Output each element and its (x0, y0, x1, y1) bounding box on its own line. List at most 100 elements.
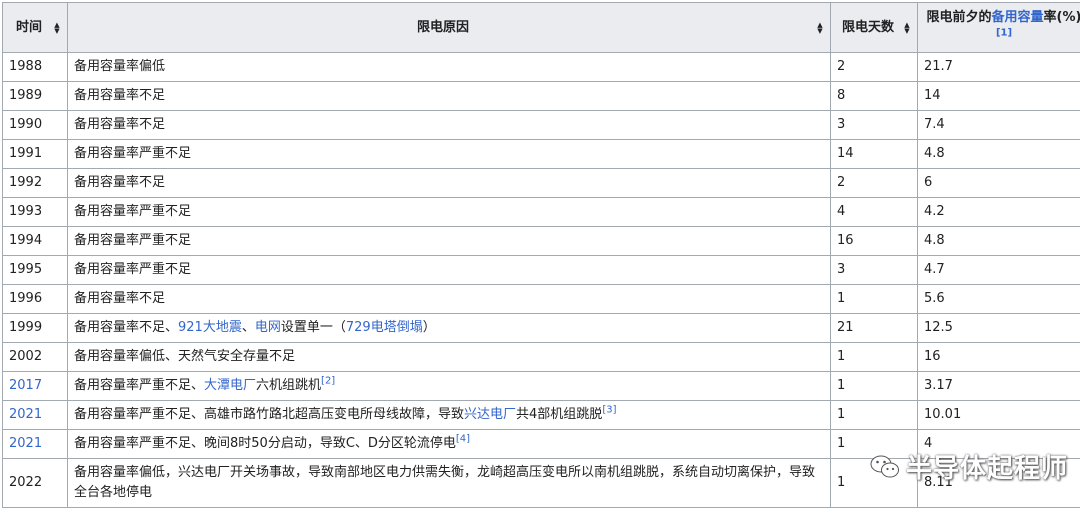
reason-cell: 备用容量率不足 (67, 110, 831, 140)
header-year[interactable]: 时间 ▲ ▼ (2, 2, 68, 53)
reason-text: 备用容量率不足 (74, 175, 166, 190)
reason-cell: 备用容量率严重不足 (67, 139, 831, 169)
year-cell: 2022 (2, 458, 68, 508)
reason-text: 备用容量率不足 (74, 117, 166, 132)
sort-icon[interactable]: ▲ ▼ (53, 21, 61, 34)
reserve-rate-cell: 3.17 (917, 371, 1080, 401)
year-cell: 1992 (2, 168, 68, 198)
power-outage-table: 时间 ▲▼ 限电原因 ▲▼ 限电天数 ▲▼ 限电前夕的备用容量率(%) [1] ▲… (2, 2, 1080, 508)
reference-link[interactable]: [2] (321, 376, 335, 387)
reason-cell: 备用容量率不足 (67, 81, 831, 111)
header-days[interactable]: 限电天数 ▲ ▼ (830, 2, 918, 53)
table-body: 1988 备用容量率偏低 2 21.7 1989 备用容量率不足 8 14 1990 备用容量率不… (2, 52, 1080, 508)
reason-text: 、 (241, 320, 255, 335)
table-row: 1993 备用容量率严重不足 4 4.2 (2, 197, 1080, 227)
year-cell: 1993 (2, 197, 68, 227)
year-cell: 1996 (2, 284, 68, 314)
days-cell: 8 (830, 81, 918, 111)
days-cell: 3 (830, 110, 918, 140)
reason-text: 备用容量率严重不足、 (74, 378, 205, 393)
sort-icon[interactable]: ▲ ▼ (816, 21, 824, 34)
table-row: 1992 备用容量率不足 2 6 (2, 168, 1080, 198)
days-cell: 3 (830, 255, 918, 285)
reason-cell: 备用容量率严重不足 (67, 197, 831, 227)
days-cell: 2 (830, 168, 918, 198)
table-row: 1989 备用容量率不足 8 14 (2, 81, 1080, 111)
reserve-rate-cell: 16 (917, 342, 1080, 372)
table-row: 2021 备用容量率严重不足、高雄市路竹路北超高压变电所母线故障，导致兴达电厂共4… (2, 400, 1080, 430)
reference-link[interactable]: [3] (602, 405, 616, 416)
table-row: 1988 备用容量率偏低 2 21.7 (2, 52, 1080, 82)
year-cell: 2017 (2, 371, 68, 401)
year-link[interactable]: 2017 (9, 378, 42, 393)
reason-text: 备用容量率严重不足 (74, 146, 192, 161)
year-cell: 1994 (2, 226, 68, 256)
table-row: 1995 备用容量率严重不足 3 4.7 (2, 255, 1080, 285)
article-link[interactable]: 电网 (255, 320, 281, 335)
year-cell: 1990 (2, 110, 68, 140)
reason-text: 共4部机组跳脱 (516, 407, 603, 422)
sort-icon[interactable]: ▲ ▼ (903, 21, 911, 34)
reserve-rate-cell: 21.7 (917, 52, 1080, 82)
year-cell: 1988 (2, 52, 68, 82)
days-cell: 1 (830, 342, 918, 372)
year-cell: 1989 (2, 81, 68, 111)
reason-text: 备用容量率不足、 (74, 320, 179, 335)
days-cell: 1 (830, 371, 918, 401)
header-days-label: 限电天数 (841, 19, 894, 35)
reserve-rate-cell: 14 (917, 81, 1080, 111)
reason-text: 备用容量率不足 (74, 88, 166, 103)
reason-text: 备用容量率严重不足、高雄市路竹路北超高压变电所母线故障，导致 (74, 407, 465, 422)
article-link[interactable]: 729电塔倒塌 (346, 320, 423, 335)
reason-text: 备用容量率严重不足、晚间8时50分启动，导致C、D分区轮流停电 (74, 436, 456, 451)
year-cell: 2002 (2, 342, 68, 372)
header-reserve-rate[interactable]: 限电前夕的备用容量率(%)[1] ▲▼ (917, 2, 1080, 53)
reason-text: 备用容量率偏低 (74, 59, 166, 74)
article-link[interactable]: 兴达电厂 (464, 407, 516, 422)
table-row: 1996 备用容量率不足 1 5.6 (2, 284, 1080, 314)
reserve-rate-cell: 7.4 (917, 110, 1080, 140)
reason-cell: 备用容量率严重不足 (67, 226, 831, 256)
watermark: 半导体起程师 (870, 448, 1068, 485)
reference-link[interactable]: [4] (456, 434, 470, 445)
article-link[interactable]: 921大地震 (178, 320, 242, 335)
reason-text: 备用容量率严重不足 (74, 204, 192, 219)
days-cell: 1 (830, 400, 918, 430)
days-cell: 14 (830, 139, 918, 169)
days-cell: 2 (830, 52, 918, 82)
days-cell: 21 (830, 313, 918, 343)
reason-text: ） (422, 320, 436, 335)
reserve-rate-cell: 4.8 (917, 139, 1080, 169)
year-link[interactable]: 2021 (9, 436, 42, 451)
watermark-text: 半导体起程师 (905, 454, 1068, 484)
year-cell: 1995 (2, 255, 68, 285)
reason-text: 六机组跳机 (256, 378, 322, 393)
header-row: 时间 ▲▼ 限电原因 ▲▼ 限电天数 ▲▼ 限电前夕的备用容量率(%) [1] ▲… (2, 2, 1080, 53)
reason-text: 备用容量率严重不足 (74, 233, 192, 248)
header-reserve-prefix: 限电前夕的 (926, 9, 992, 25)
table-row: 1990 备用容量率不足 3 7.4 (2, 110, 1080, 140)
year-cell: 1991 (2, 139, 68, 169)
table-row: 2002 备用容量率偏低、天然气安全存量不足 1 16 (2, 342, 1080, 372)
reserve-capacity-link[interactable]: 备用容量 (992, 10, 1044, 25)
reason-text: 备用容量率严重不足 (74, 262, 192, 277)
table-row: 1994 备用容量率严重不足 16 4.8 (2, 226, 1080, 256)
days-cell: 16 (830, 226, 918, 256)
reason-cell: 备用容量率严重不足、高雄市路竹路北超高压变电所母线故障，导致兴达电厂共4部机组跳… (67, 400, 831, 430)
reason-text: 备用容量率不足 (74, 291, 166, 306)
article-link[interactable]: 大潭电厂 (204, 378, 256, 393)
year-link[interactable]: 2021 (9, 407, 42, 422)
header-reason[interactable]: 限电原因 ▲ ▼ (67, 2, 831, 53)
reason-cell: 备用容量率偏低 (67, 52, 831, 82)
reason-cell: 备用容量率不足、921大地震、电网设置单一（729电塔倒塌） (67, 313, 831, 343)
header-reason-label: 限电原因 (416, 19, 469, 35)
reference-link[interactable]: [1] (996, 27, 1012, 38)
reason-cell: 备用容量率偏低，兴达电厂开关场事故，导致南部地区电力供需失衡，龙崎超高压变电所以… (67, 458, 831, 508)
reserve-rate-cell: 4.8 (917, 226, 1080, 256)
reserve-rate-cell: 6 (917, 168, 1080, 198)
reason-cell: 备用容量率严重不足 (67, 255, 831, 285)
reason-text: 设置单一（ (280, 320, 346, 335)
reserve-rate-cell: 10.01 (917, 400, 1080, 430)
header-reserve-suffix: 率(%) (1043, 9, 1080, 25)
table-row: 1991 备用容量率严重不足 14 4.8 (2, 139, 1080, 169)
